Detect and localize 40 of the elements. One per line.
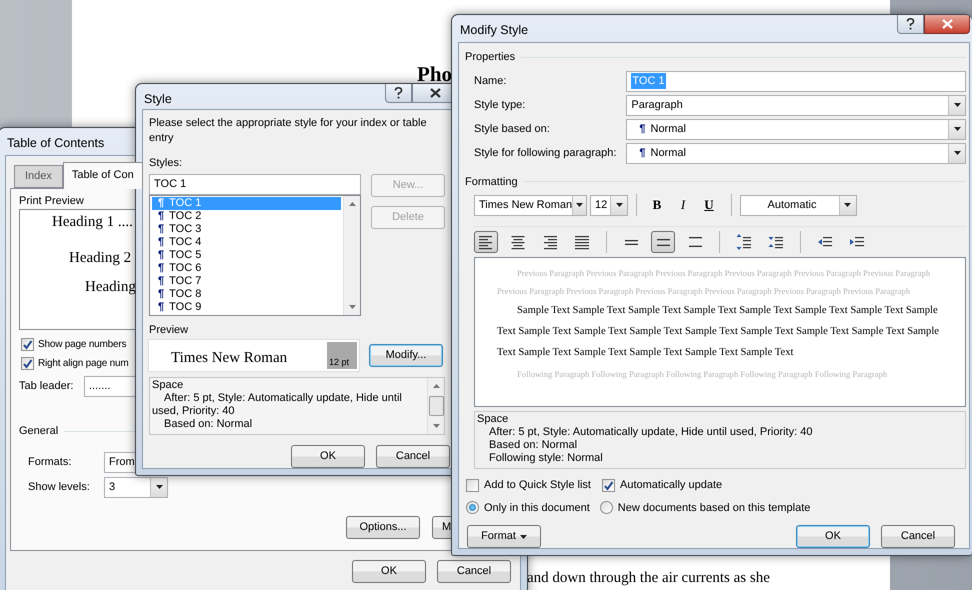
window-title: Modify Style — [459, 22, 528, 39]
field-label: Formats: — [28, 454, 72, 470]
field-label: Style based on: — [474, 122, 551, 137]
document-heading: Pho — [417, 64, 452, 84]
checkbox-label: Add to Quick Style list — [484, 478, 591, 493]
document-text: and down through the air currents as she — [527, 569, 770, 587]
description-text: Based on: Normal — [163, 418, 254, 431]
section-label: Print Preview — [19, 194, 84, 208]
description-text: After: 5 pt, Style: Automatically update, Hide until used, Priority: 40 — [488, 426, 814, 440]
field-label: Style type: — [474, 98, 526, 113]
field-label: Name: — [474, 74, 508, 89]
description-heading: Space — [477, 413, 510, 426]
description-heading: Space — [152, 379, 184, 392]
size-label: 12 pt — [327, 342, 357, 369]
field-label: Show levels: — [28, 480, 91, 495]
field-label: Tab leader: — [19, 379, 74, 394]
window-title: Style — [143, 91, 172, 108]
section-label: General — [19, 424, 58, 439]
field-label: Styles: — [149, 156, 182, 171]
preview-heading: Heading 1 .... — [51, 213, 133, 231]
checkbox-label: Right align page num — [38, 357, 129, 371]
section-label: Formatting — [465, 174, 518, 190]
description-text: Following style: Normal — [488, 452, 604, 466]
section-label: Properties — [465, 50, 516, 65]
radio-label: New documents based on this template — [618, 500, 810, 516]
window-title: Table of Contents — [6, 135, 104, 152]
sample-text: Sample Text Sample Text Sample Text Sample Text Sample Text Sample Text Sample Text Sample Text Sample Text Sample Text Sample Text Sample Text Sample Text Sample Text Sample Text Sample Text Sample Text Sample Text Sample Text Sample Text Sample Text — [497, 304, 940, 360]
preview-heading: Heading 2 — [68, 249, 132, 267]
radio-label: Only in this document — [484, 500, 590, 516]
following-paragraph-text: Following Paragraph Following Paragraph Following Paragraph Following Paragraph Following Paragraph — [516, 368, 888, 381]
checkbox-label: Show page numbers — [38, 338, 126, 352]
description-text: After: 5 pt, Style: Automatically update, Hide until used, Priority: 40 — [152, 392, 403, 418]
previous-paragraph-text: Previous Paragraph Previous Paragraph Previous Paragraph Previous Paragraph Previous Paragraph Previous Paragraph Previous Paragraph Previous Paragraph Previous Paragraph Previous Paragraph Previous Paragraph Previous Paragraph — [497, 267, 932, 298]
font-preview: Times New Roman — [170, 349, 288, 368]
checkbox-label: Automatically update — [620, 478, 722, 493]
description-text: Based on: Normal — [488, 439, 578, 452]
field-label: Style for following paragraph: — [474, 146, 618, 161]
instruction-text: Please select the appropriate style for your index or table entry — [149, 116, 428, 146]
section-label: Preview — [149, 322, 188, 338]
preview-heading: Heading — [84, 278, 136, 296]
